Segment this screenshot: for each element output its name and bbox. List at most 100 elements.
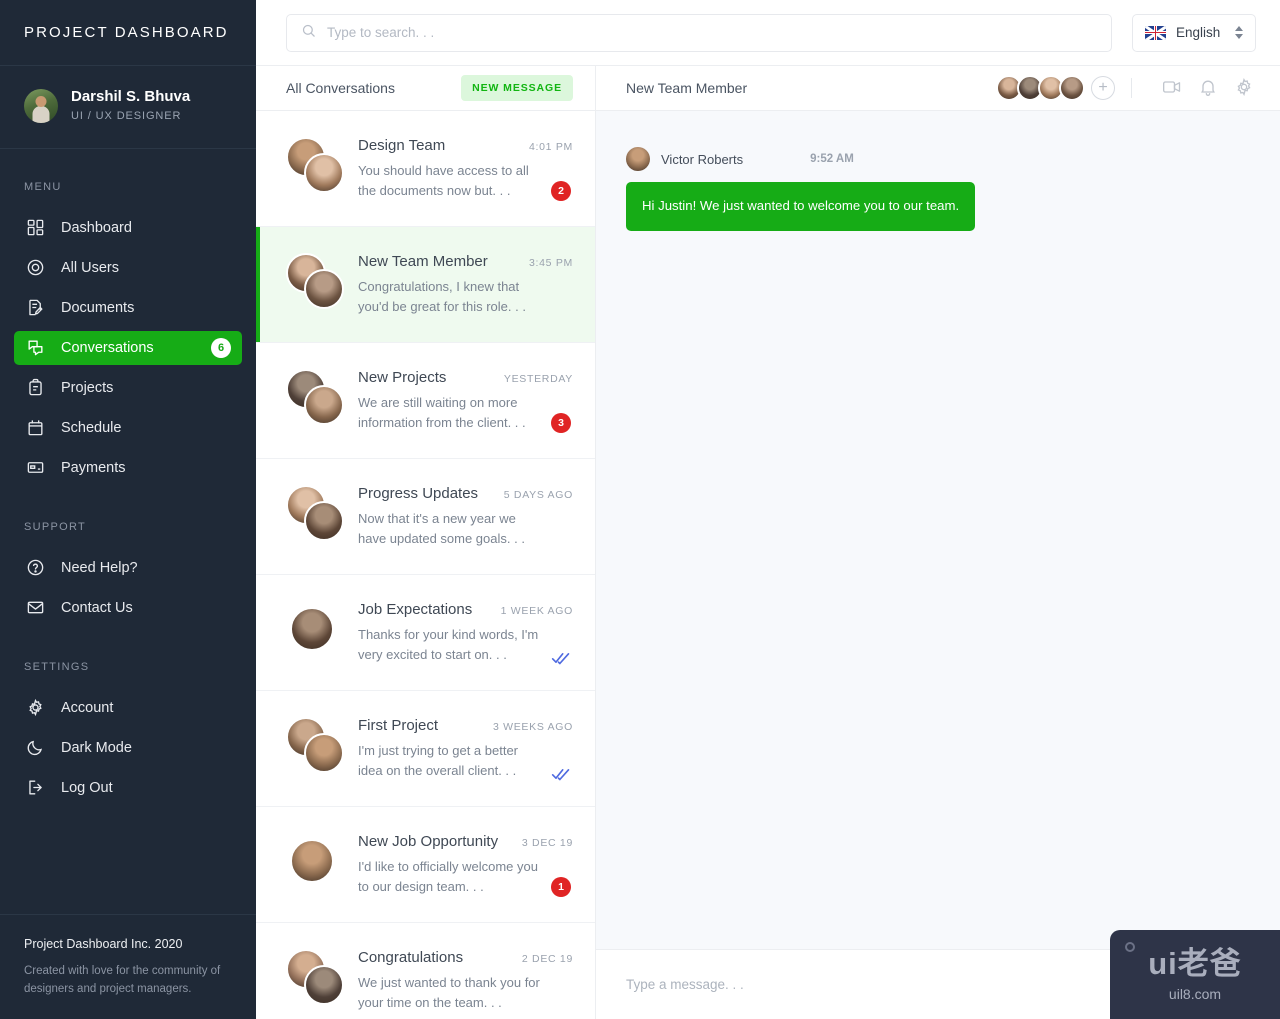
avatar — [290, 607, 334, 651]
sidebar-item-all-users[interactable]: All Users — [14, 251, 242, 285]
message-author-row: Victor Roberts 9:52 AM — [626, 147, 1250, 171]
language-label: English — [1176, 25, 1221, 40]
payments-icon — [25, 458, 45, 478]
projects-icon — [25, 378, 45, 398]
conversation-name: Progress Updates — [358, 485, 479, 502]
bell-icon[interactable] — [1198, 77, 1220, 99]
sidebar-item-payments[interactable]: Payments — [14, 451, 242, 485]
nav-section-label: SUPPORT — [24, 520, 87, 533]
conversation-item[interactable]: New Projects YESTERDAY We are still waitin… — [256, 343, 595, 459]
message-time: 9:52 AM — [810, 153, 854, 165]
sidebar-item-dark-mode[interactable]: Dark Mode — [14, 731, 242, 765]
conversation-body: New Team Member 3:45 PM Congratulations, I… — [358, 253, 573, 317]
conversations-header: All Conversations NEW MESSAGE — [256, 66, 595, 111]
conversation-body: Design Team 4:01 PM You should have access… — [358, 137, 573, 202]
calendar-icon — [25, 418, 45, 438]
uk-flag-icon — [1145, 25, 1166, 40]
sidebar-item-label: Projects — [61, 379, 114, 396]
watermark-url: uil8.com — [1168, 985, 1222, 1002]
conversation-snippet: We are still waiting on more information… — [358, 395, 526, 431]
sidebar-item-label: Log Out — [61, 779, 113, 796]
conversation-snippet: Thanks for your kind words, I'm very exc… — [358, 627, 539, 663]
sidebar-item-schedule[interactable]: Schedule — [14, 411, 242, 445]
conversation-item[interactable]: Congratulations 2 DEC 19 We just wanted to… — [256, 923, 595, 1019]
message-row: Hi Justin! We just wanted to welcome you… — [626, 182, 1250, 231]
sidebar-item-documents[interactable]: Documents — [14, 291, 242, 325]
sidebar-item-label: Contact Us — [61, 599, 133, 616]
sidebar-item-label: Payments — [61, 459, 126, 476]
sidebar-item-label: Dark Mode — [61, 739, 132, 756]
sidebar-item-log-out[interactable]: Log Out — [14, 771, 242, 805]
conversation-avatars — [286, 833, 344, 889]
logout-icon — [25, 778, 45, 798]
conversation-avatars — [286, 369, 344, 425]
conversation-snippet: Congratulations, I knew that you'd be gr… — [358, 279, 526, 315]
users-icon — [25, 258, 45, 278]
conversation-status: 3 — [549, 413, 573, 434]
conversation-time: 2 DEC 19 — [521, 953, 573, 965]
camera-dot-icon — [1125, 942, 1135, 952]
conversation-item[interactable]: New Job Opportunity 3 DEC 19 I'd like to o… — [256, 807, 595, 923]
divider — [1131, 78, 1132, 98]
app-root: PROJECT DASHBOARD Darshil S. Bhuva UI / … — [0, 0, 1280, 1019]
language-selector[interactable]: English — [1132, 13, 1256, 52]
conversation-time: 3:45 PM — [528, 257, 573, 269]
conversation-avatars — [286, 949, 344, 1005]
conversation-item[interactable]: Job Expectations 1 WEEK AGO Thanks for you… — [256, 575, 595, 691]
avatar — [304, 501, 344, 541]
chevron-updown-icon — [1235, 26, 1243, 39]
conversation-status — [549, 651, 573, 665]
conversation-status: 1 — [549, 877, 573, 898]
conversation-name: New Job Opportunity — [358, 833, 499, 850]
unread-badge: 1 — [551, 877, 571, 898]
user-profile[interactable]: Darshil S. Bhuva UI / UX DESIGNER — [0, 66, 256, 149]
chat-title: New Team Member — [626, 80, 748, 96]
gear-icon[interactable] — [1234, 77, 1256, 99]
search-input[interactable] — [327, 25, 1097, 40]
sidebar-item-conversations[interactable]: Conversations 6 — [14, 330, 242, 365]
conversation-body: Congratulations 2 DEC 19 We just wanted to… — [358, 949, 573, 1013]
conversation-status — [549, 767, 573, 781]
avatar — [304, 385, 344, 425]
sidebar-item-projects[interactable]: Projects — [14, 371, 242, 405]
conversation-item[interactable]: Design Team 4:01 PM You should have access… — [256, 111, 595, 227]
gear-icon — [25, 698, 45, 718]
conversation-body: First Project 3 WEEKS AGO I'm just trying … — [358, 717, 573, 781]
sidebar-item-need-help[interactable]: Need Help? — [14, 551, 242, 585]
conversation-time: 5 DAYS AGO — [503, 489, 573, 501]
conversation-name: Congratulations — [358, 949, 464, 966]
dashboard-icon — [25, 218, 45, 238]
conversation-time: 3 DEC 19 — [521, 837, 573, 849]
sidebar-item-contact-us[interactable]: Contact Us — [14, 591, 242, 625]
double-check-icon — [551, 653, 570, 665]
conversation-time: 3 WEEKS AGO — [492, 721, 573, 733]
sidebar-item-dashboard[interactable]: Dashboard — [14, 211, 242, 245]
watermark-logo: ui老爸 — [1148, 945, 1242, 981]
conversation-body: Job Expectations 1 WEEK AGO Thanks for you… — [358, 601, 573, 665]
conversation-item[interactable]: New Team Member 3:45 PM Congratulations, I… — [256, 227, 595, 343]
sidebar-item-label: Conversations — [61, 339, 154, 356]
conversation-item[interactable]: Progress Updates 5 DAYS AGO Now that it's … — [256, 459, 595, 575]
sidebar-item-label: Need Help? — [61, 559, 138, 576]
video-camera-icon[interactable] — [1162, 77, 1184, 99]
double-check-icon — [551, 769, 570, 781]
conversation-item[interactable]: First Project 3 WEEKS AGO I'm just trying … — [256, 691, 595, 807]
sidebar-item-account[interactable]: Account — [14, 691, 242, 725]
avatar[interactable] — [1059, 75, 1085, 101]
avatar — [290, 839, 334, 883]
plus-icon[interactable]: + — [1091, 76, 1115, 100]
message-time-row: 11:08 AM — [626, 245, 1250, 949]
new-message-button[interactable]: NEW MESSAGE — [461, 75, 573, 101]
conversations-panel: All Conversations NEW MESSAGE Design Tea… — [256, 66, 596, 1019]
mail-icon — [25, 598, 45, 618]
unread-badge: 2 — [551, 181, 571, 202]
conversation-avatars — [286, 601, 344, 657]
message-bubble: Hi Justin! We just wanted to welcome you… — [626, 182, 976, 231]
documents-icon — [25, 298, 45, 318]
conversation-list: Design Team 4:01 PM You should have access… — [256, 111, 595, 1019]
chat-members — [996, 75, 1085, 101]
conversation-body: New Projects YESTERDAY We are still waitin… — [358, 369, 573, 434]
sidebar-item-label: Account — [61, 699, 114, 716]
search-box[interactable] — [286, 13, 1112, 52]
avatar — [304, 269, 344, 309]
